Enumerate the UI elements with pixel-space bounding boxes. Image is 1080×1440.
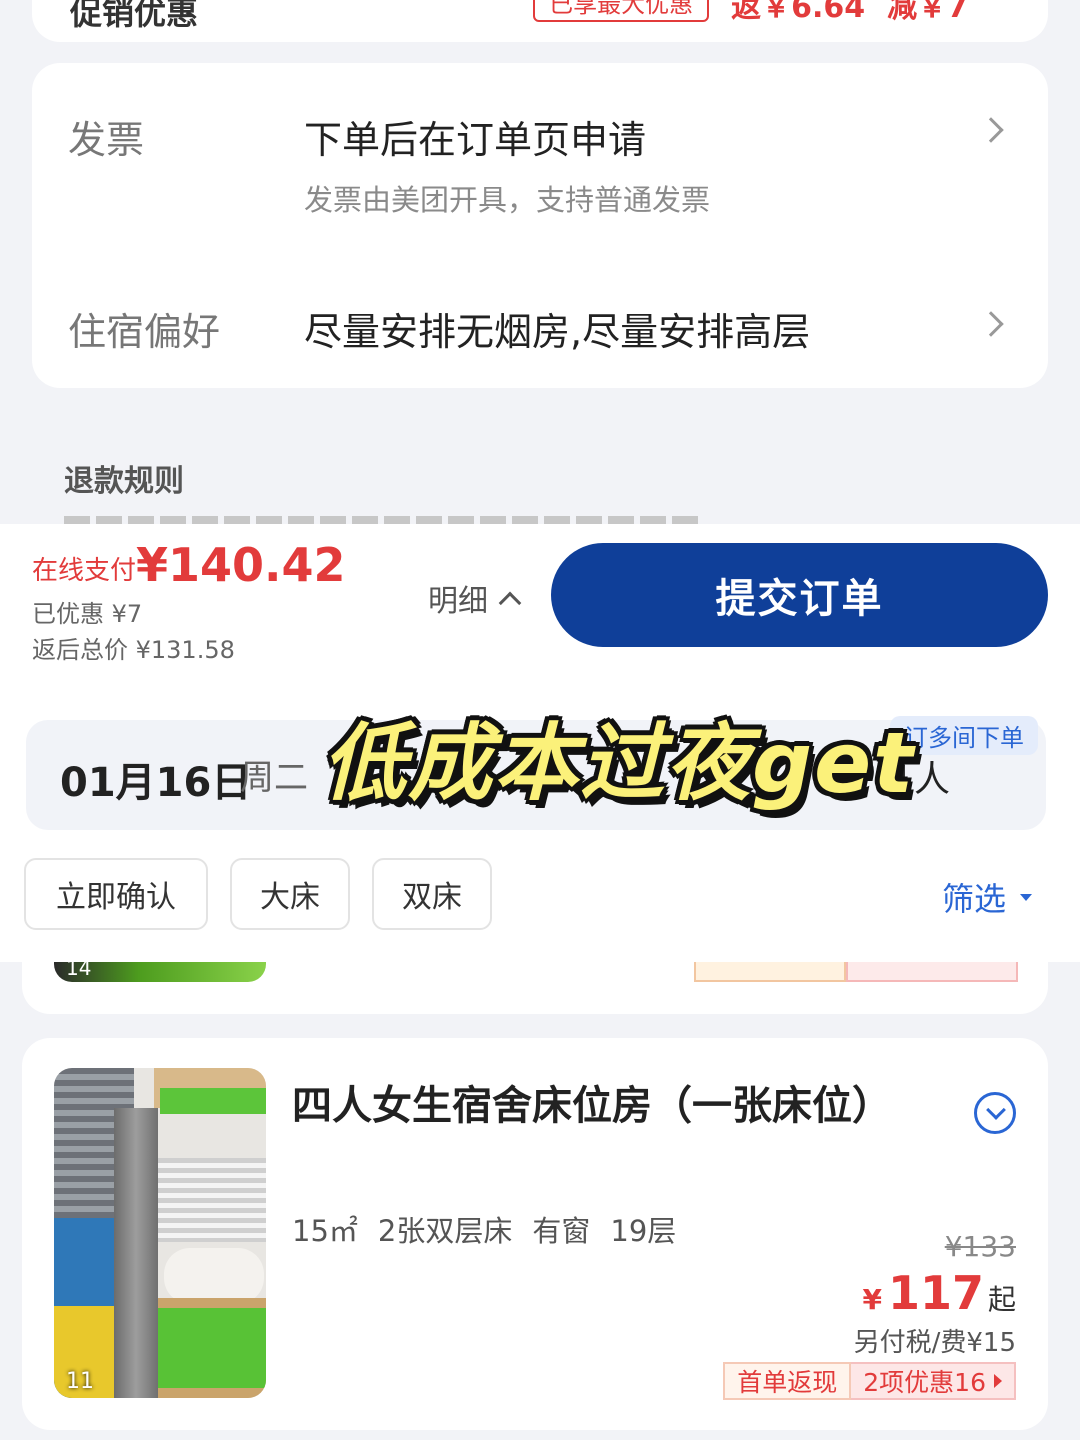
- chevron-up-icon: [498, 591, 522, 615]
- filter-chip-queen-bed[interactable]: 大床: [230, 858, 350, 930]
- price-detail-label: 明细: [428, 584, 488, 619]
- room-specs: 15㎡ 2张双层床 有窗 19层: [292, 1208, 676, 1250]
- deals-tag: 2项优惠16: [851, 1362, 1016, 1400]
- invoice-label: 发票: [68, 118, 145, 162]
- checkin-weekday: 周二: [240, 758, 308, 798]
- room-photo-count: 11: [66, 1369, 94, 1394]
- discount-amount: 减￥7: [887, 0, 968, 25]
- caret-down-icon: [1020, 893, 1032, 901]
- filter-label: 筛选: [941, 880, 1006, 918]
- order-options-card: 发票 下单后在订单页申请 发票由美团开具，支持普通发票 住宿偏好 尽量安排无烟房…: [32, 63, 1048, 388]
- room-area: 15㎡: [292, 1214, 358, 1248]
- room-title: 四人女生宿舍床位房（一张床位）: [292, 1083, 892, 1129]
- room-bed-type: 2张双层床: [377, 1214, 513, 1248]
- filter-chip-instant-confirm[interactable]: 立即确认: [24, 858, 208, 930]
- price-currency: ¥: [862, 1283, 882, 1316]
- price-value: 117: [887, 1266, 984, 1320]
- room-card[interactable]: 11 四人女生宿舍床位房（一张床位） 15㎡ 2张双层床 有窗 19层 ¥133…: [22, 1038, 1048, 1430]
- promo-summary: 已享最大优惠 返￥6.64 减￥7: [533, 0, 968, 26]
- preference-label: 住宿偏好: [68, 310, 221, 354]
- cashback-amount: 返￥6.64: [731, 0, 866, 25]
- room-promo-tags[interactable]: 首单返现 2项优惠16: [723, 1362, 1016, 1400]
- refund-rules-title: 退款规则: [64, 464, 184, 499]
- expand-chevron-down-icon[interactable]: [974, 1092, 1016, 1134]
- total-amount: ¥140.42: [136, 538, 346, 592]
- saved-amount: 已优惠 ¥7: [32, 600, 143, 628]
- room-window: 有窗: [532, 1214, 591, 1248]
- filter-chip-twin-bed[interactable]: 双床: [372, 858, 492, 930]
- checkout-bar: 在线支付 ¥140.42 已优惠 ¥7 返后总价 ¥131.58 明细 提交订单: [0, 524, 1080, 684]
- original-price: ¥133: [944, 1230, 1016, 1263]
- checkin-date: 01月16日: [60, 760, 252, 806]
- current-price: ¥ 117 起: [862, 1266, 1016, 1320]
- price-suffix: 起: [987, 1283, 1016, 1316]
- previous-room-photo-count: 14: [66, 962, 92, 980]
- online-pay-label: 在线支付: [32, 556, 137, 586]
- after-cashback-total: 返后总价 ¥131.58: [32, 636, 235, 664]
- first-order-cashback-tag: 首单返现: [723, 1362, 852, 1400]
- submit-order-button[interactable]: 提交订单: [551, 543, 1048, 647]
- room-floor: 19层: [610, 1214, 677, 1248]
- invoice-chevron-right-icon[interactable]: [978, 117, 1004, 143]
- previous-room-tags: [694, 962, 1018, 982]
- promo-card[interactable]: 促销优惠 已享最大优惠 返￥6.64 减￥7: [32, 0, 1048, 42]
- filter-button[interactable]: 筛选: [942, 874, 1032, 920]
- triangle-right-icon: [994, 1374, 1002, 1388]
- refund-rules-text-peek: [64, 512, 704, 524]
- promo-label: 促销优惠: [70, 0, 199, 32]
- max-discount-badge: 已享最大优惠: [533, 0, 710, 22]
- room-photo[interactable]: 11: [54, 1068, 266, 1398]
- preference-chevron-right-icon[interactable]: [978, 311, 1004, 337]
- previous-room-subsidy-tag: [694, 962, 846, 982]
- invoice-value[interactable]: 下单后在订单页申请: [304, 109, 646, 164]
- preference-value[interactable]: 尽量安排无烟房,尽量安排高层: [304, 301, 810, 356]
- tax-note: 另付税/费¥15: [853, 1328, 1016, 1358]
- previous-room-card[interactable]: 14: [22, 962, 1048, 1014]
- deals-tag-label: 2项优惠16: [863, 1368, 986, 1397]
- overlay-caption: 低成本过夜get: [322, 714, 916, 812]
- price-detail-toggle[interactable]: 明细: [428, 576, 522, 620]
- invoice-note: 发票由美团开具，支持普通发票: [304, 183, 711, 217]
- previous-room-deals-tag: [846, 962, 1018, 982]
